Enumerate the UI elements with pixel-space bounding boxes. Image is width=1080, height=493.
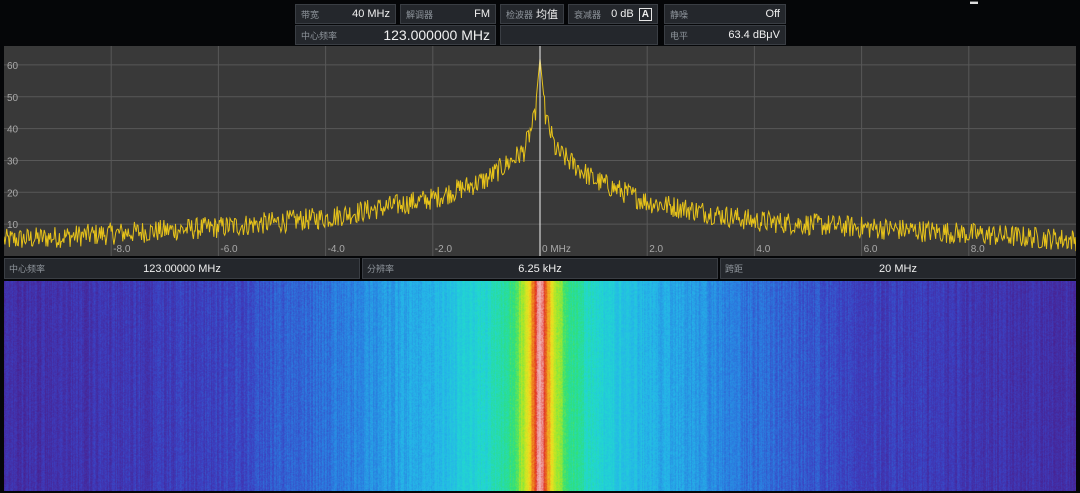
bandwidth-label: 带宽 bbox=[301, 9, 320, 20]
detector-label: 检波器 bbox=[506, 9, 534, 20]
status-center-frequency: 中心频率 123.00000 MHz bbox=[4, 258, 360, 279]
center-frequency-field[interactable]: 中心频率 123.000000 MHz bbox=[295, 25, 496, 45]
y-tick-label: 20 bbox=[7, 188, 19, 199]
x-tick-label: -2.0 bbox=[435, 244, 453, 255]
x-tick-label: 6.0 bbox=[864, 244, 878, 255]
demodulator-label: 解调器 bbox=[406, 9, 434, 20]
detector-value: 均值 bbox=[536, 9, 558, 21]
x-tick-label: 4.0 bbox=[756, 244, 770, 255]
center-frequency-label: 中心频率 bbox=[301, 30, 338, 41]
attenuator-value-group: 0 dB A bbox=[611, 7, 652, 21]
status-center-frequency-label: 中心频率 bbox=[9, 264, 46, 274]
y-tick-label: 50 bbox=[7, 93, 19, 104]
x-tick-label: 2.0 bbox=[649, 244, 663, 255]
squelch-label: 静噪 bbox=[670, 9, 689, 20]
squelch-field[interactable]: 静噪 Off bbox=[664, 4, 786, 24]
status-bar: 中心频率 123.00000 MHz 分辨率 6.25 kHz 跨距 20 MH… bbox=[4, 258, 1076, 279]
detector-field[interactable]: 检波器 均值 bbox=[500, 4, 564, 24]
level-label: 电平 bbox=[670, 30, 689, 41]
x-tick-label: -4.0 bbox=[328, 244, 346, 255]
attenuator-value: 0 dB bbox=[611, 7, 634, 20]
attenuator-label: 衰减器 bbox=[574, 9, 602, 20]
header-bar: ▬ 带宽 40 MHz 解调器 FM 检波器 均值 衰减器 0 dB A 静噪 O… bbox=[0, 0, 1080, 46]
y-tick-label: 10 bbox=[7, 220, 19, 231]
attenuator-field[interactable]: 衰减器 0 dB A bbox=[568, 4, 658, 24]
status-resolution-value: 6.25 kHz bbox=[518, 262, 562, 275]
status-resolution-label: 分辨率 bbox=[367, 264, 395, 274]
x-tick-label: -8.0 bbox=[113, 244, 131, 255]
status-span: 跨距 20 MHz bbox=[720, 258, 1076, 279]
level-value: 63.4 dBμV bbox=[728, 29, 780, 41]
status-span-value: 20 MHz bbox=[879, 262, 917, 275]
y-tick-label: 30 bbox=[7, 156, 19, 167]
spectrum-chart[interactable]: 10 20 30 40 50 60 -8.0 -6.0 -4.0 -2.0 0 MHz 2.0 4.0 6… bbox=[4, 46, 1076, 256]
center-frequency-value: 123.000000 MHz bbox=[383, 27, 490, 43]
level-field: 电平 63.4 dBμV bbox=[664, 25, 786, 45]
x-tick-label: -6.0 bbox=[220, 244, 238, 255]
x-tick-label: 8.0 bbox=[971, 244, 985, 255]
squelch-value: Off bbox=[765, 8, 780, 20]
bandwidth-value: 40 MHz bbox=[352, 8, 390, 20]
waterfall-display[interactable] bbox=[4, 281, 1076, 491]
window-corner-icon: ▬ bbox=[970, 0, 978, 6]
y-tick-label: 60 bbox=[7, 61, 19, 72]
status-resolution: 分辨率 6.25 kHz bbox=[362, 258, 718, 279]
y-tick-label: 40 bbox=[7, 125, 19, 136]
x-tick-label: 0 MHz bbox=[542, 244, 571, 255]
empty-field bbox=[500, 25, 658, 45]
status-center-frequency-value: 123.00000 MHz bbox=[143, 262, 221, 275]
bandwidth-field[interactable]: 带宽 40 MHz bbox=[295, 4, 396, 24]
auto-attenuation-badge[interactable]: A bbox=[638, 7, 652, 21]
demodulator-field[interactable]: 解调器 FM bbox=[400, 4, 496, 24]
status-span-label: 跨距 bbox=[725, 264, 744, 274]
demodulator-value: FM bbox=[474, 8, 490, 20]
